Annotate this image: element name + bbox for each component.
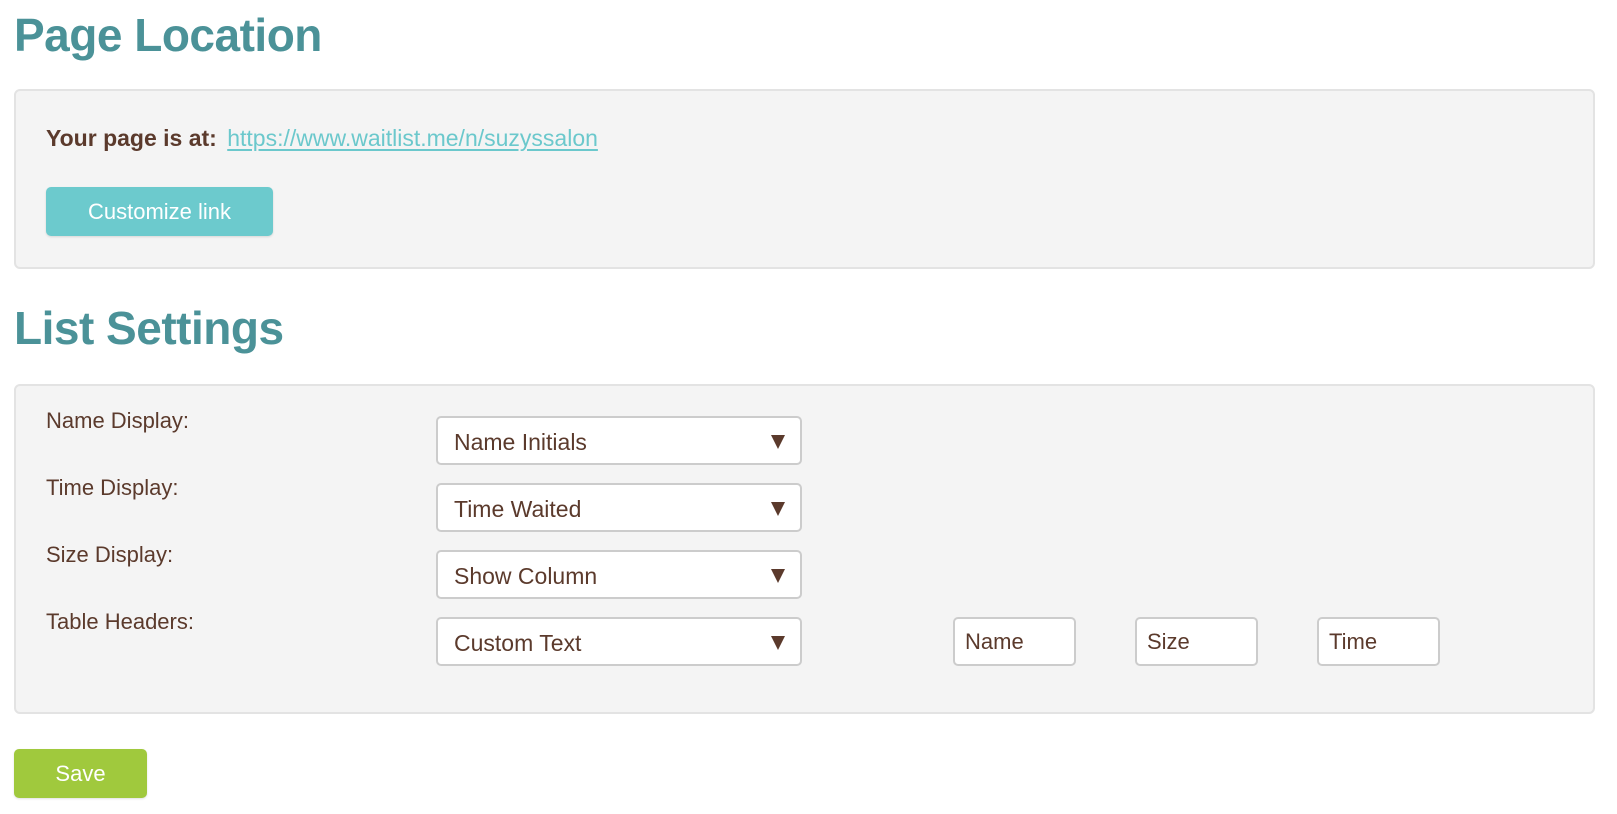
size-display-select[interactable]: Show Column [436,550,802,599]
customize-link-button[interactable]: Customize link [46,187,273,236]
save-button[interactable]: Save [14,749,147,798]
time-display-value: Time Waited [454,496,582,522]
size-display-label: Size Display: [46,542,174,567]
caret-down-icon [771,502,785,516]
time-display-label: Time Display: [46,475,179,500]
page-location-panel: Your page is at: https://www.waitlist.me… [14,89,1595,269]
page-url-label: Your page is at: [46,125,217,151]
page-location-heading: Page Location [14,9,322,61]
caret-down-icon [771,636,785,650]
caret-down-icon [771,569,785,583]
table-headers-label: Table Headers: [46,609,194,634]
page-url-link[interactable]: https://www.waitlist.me/n/suzyssalon [227,125,598,151]
name-display-label: Name Display: [46,408,190,433]
name-display-select[interactable]: Name Initials [436,416,802,465]
list-settings-panel: Name Display: Name Initials Time Display… [14,384,1595,714]
name-display-value: Name Initials [454,429,587,455]
size-display-value: Show Column [454,563,598,589]
caret-down-icon [771,435,785,449]
page-url-line: Your page is at: https://www.waitlist.me… [46,125,598,152]
table-headers-select[interactable]: Custom Text [436,617,802,666]
header-name-input[interactable] [953,617,1076,666]
list-settings-heading: List Settings [14,302,284,354]
header-time-input[interactable] [1317,617,1440,666]
time-display-select[interactable]: Time Waited [436,483,802,532]
header-size-input[interactable] [1135,617,1258,666]
table-headers-value: Custom Text [454,630,582,656]
